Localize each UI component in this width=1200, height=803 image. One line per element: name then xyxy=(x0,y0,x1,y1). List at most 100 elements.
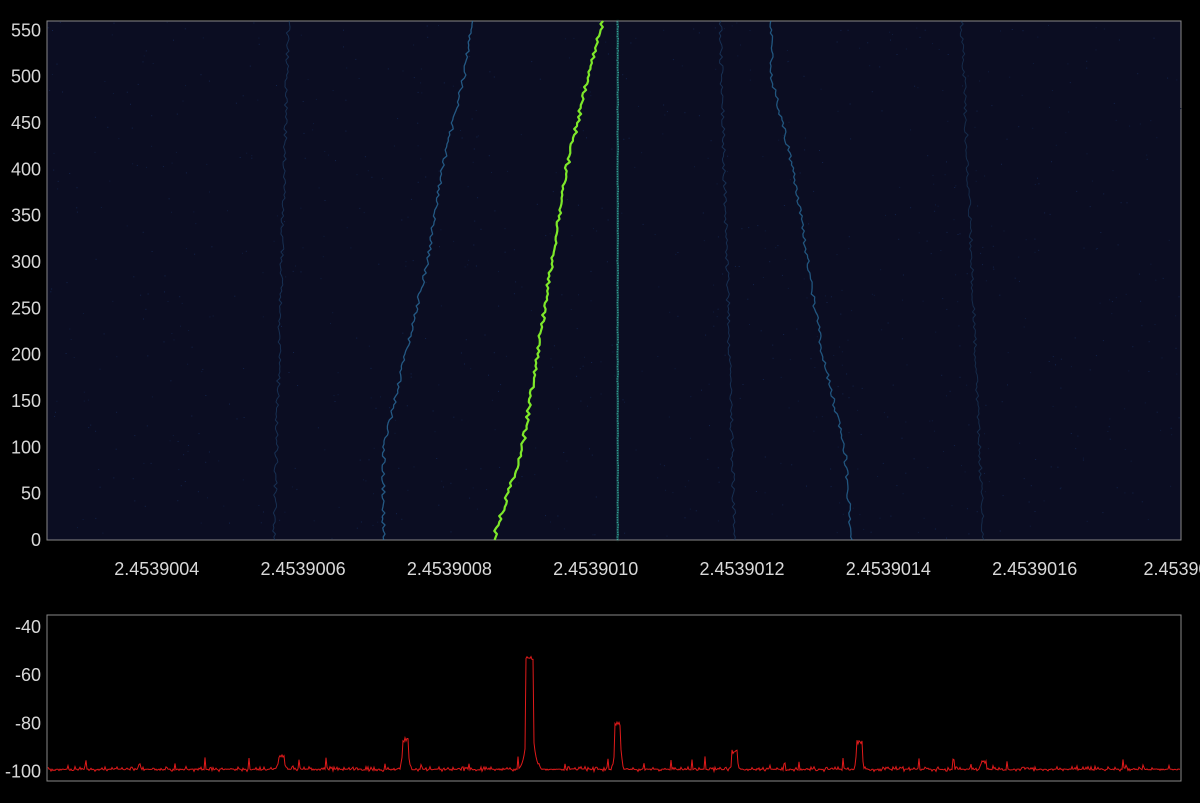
noise-speck xyxy=(151,115,153,117)
x-tick-label: 2.4539012 xyxy=(699,559,784,579)
noise-speck xyxy=(1057,466,1059,468)
noise-speck xyxy=(1111,301,1113,303)
noise-speck xyxy=(612,351,614,353)
noise-speck xyxy=(477,197,479,199)
noise-speck xyxy=(824,295,826,297)
noise-speck xyxy=(417,145,419,147)
noise-speck xyxy=(76,207,78,209)
y-tick-label: 550 xyxy=(11,20,41,40)
noise-speck xyxy=(842,393,844,395)
noise-speck xyxy=(396,513,397,515)
y-tick-label: 100 xyxy=(11,437,41,457)
noise-speck xyxy=(940,250,942,251)
noise-speck xyxy=(378,263,380,265)
noise-speck xyxy=(307,79,309,81)
noise-speck xyxy=(1065,132,1067,134)
noise-speck xyxy=(549,233,551,235)
noise-speck xyxy=(890,515,892,517)
noise-speck xyxy=(590,270,592,272)
x-tick-label: 2.453901 xyxy=(1143,559,1200,579)
noise-speck xyxy=(1025,239,1027,241)
noise-speck xyxy=(113,22,115,24)
noise-speck xyxy=(689,508,691,510)
noise-speck xyxy=(803,75,805,77)
noise-speck xyxy=(1147,519,1149,521)
noise-speck xyxy=(778,139,780,141)
noise-speck xyxy=(984,433,985,435)
noise-speck xyxy=(846,373,848,375)
noise-speck xyxy=(1124,449,1126,450)
noise-speck xyxy=(689,437,691,439)
noise-speck xyxy=(513,293,515,295)
noise-speck xyxy=(783,205,785,206)
noise-speck xyxy=(991,105,993,107)
noise-speck xyxy=(628,137,630,139)
noise-speck xyxy=(132,163,134,165)
noise-speck xyxy=(1115,119,1117,121)
noise-speck xyxy=(432,410,434,412)
noise-speck xyxy=(229,403,230,405)
noise-speck xyxy=(1082,459,1084,461)
noise-speck xyxy=(833,355,835,356)
noise-speck xyxy=(187,363,189,365)
x-tick-label: 2.4539008 xyxy=(407,559,492,579)
noise-speck xyxy=(938,49,940,50)
noise-speck xyxy=(438,25,439,27)
noise-speck xyxy=(991,225,993,227)
noise-speck xyxy=(1128,370,1130,372)
noise-speck xyxy=(820,88,822,90)
noise-speck xyxy=(600,393,602,395)
noise-speck xyxy=(693,28,695,30)
noise-speck xyxy=(1018,126,1020,128)
noise-speck xyxy=(324,151,326,152)
noise-speck xyxy=(150,462,152,464)
noise-speck xyxy=(590,95,592,97)
noise-speck xyxy=(331,537,333,539)
noise-speck xyxy=(1112,170,1114,172)
noise-speck xyxy=(935,204,936,206)
noise-speck xyxy=(722,273,724,275)
noise-speck xyxy=(1117,244,1119,246)
noise-speck xyxy=(471,118,473,120)
noise-speck xyxy=(1111,313,1113,315)
noise-speck xyxy=(727,171,728,173)
noise-speck xyxy=(145,50,147,52)
noise-speck xyxy=(1139,123,1141,125)
noise-speck xyxy=(1052,405,1054,407)
noise-speck xyxy=(103,333,105,335)
noise-speck xyxy=(883,412,885,414)
noise-speck xyxy=(166,21,168,23)
noise-speck xyxy=(185,248,187,250)
noise-speck xyxy=(1146,158,1148,160)
noise-speck xyxy=(1028,501,1030,503)
noise-speck xyxy=(195,223,197,225)
noise-speck xyxy=(427,36,429,38)
noise-speck xyxy=(786,50,788,51)
y-tick-label: 300 xyxy=(11,252,41,272)
noise-speck xyxy=(887,416,889,418)
noise-speck xyxy=(88,427,90,429)
noise-speck xyxy=(1048,24,1049,26)
noise-speck xyxy=(77,527,78,529)
noise-speck xyxy=(622,74,624,76)
noise-speck xyxy=(1055,364,1056,366)
noise-speck xyxy=(47,27,49,29)
noise-speck xyxy=(658,286,660,288)
noise-speck xyxy=(243,368,245,369)
noise-speck xyxy=(112,300,114,302)
noise-speck xyxy=(657,477,659,479)
noise-speck xyxy=(382,178,384,180)
noise-speck xyxy=(808,223,810,225)
noise-speck xyxy=(283,251,285,253)
noise-speck xyxy=(749,324,750,325)
noise-speck xyxy=(1154,324,1156,325)
noise-speck xyxy=(957,234,959,235)
noise-speck xyxy=(550,521,551,523)
noise-speck xyxy=(621,212,623,214)
noise-speck xyxy=(968,424,970,426)
noise-speck xyxy=(521,476,523,478)
noise-speck xyxy=(460,130,461,131)
noise-speck xyxy=(857,409,859,411)
noise-speck xyxy=(1153,37,1155,39)
noise-speck xyxy=(143,462,145,464)
